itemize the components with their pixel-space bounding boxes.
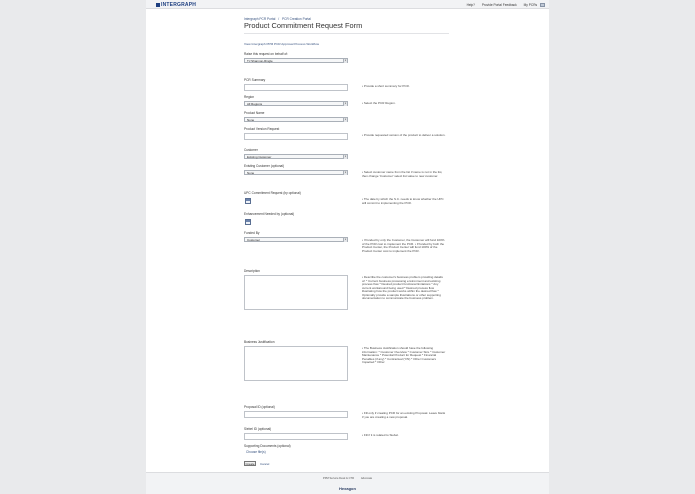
cancel-link[interactable]: Cancel (260, 462, 269, 466)
proposal-id-input[interactable] (244, 411, 348, 418)
calendar-icon[interactable] (245, 198, 251, 204)
footer-links: PPM Service Desk & CTR Advocate (146, 477, 549, 480)
title-divider (244, 33, 449, 34)
create-button[interactable]: Create (244, 461, 256, 466)
proposal-id-help: • Fill only if creating PCR for an exist… (362, 411, 446, 419)
product-name-label: Product Name (244, 111, 265, 115)
siebel-id-help: • Fill if it is related to Siebel. (362, 433, 399, 437)
funded-by-select[interactable]: Customer ▾ (244, 237, 348, 242)
page-container: INTERGRAPH Help? Provide Portal Feedback… (146, 0, 549, 494)
description-label: Description (244, 269, 260, 273)
top-nav: Help? Provide Portal Feedback My PCRs (461, 2, 545, 7)
product-version-help: • Provide requested version of the produ… (362, 133, 446, 137)
product-name-select[interactable]: None ▾ (244, 117, 348, 122)
funded-by-label: Funded By (244, 231, 260, 235)
existing-customer-label: Existing Customer (optional) (244, 164, 285, 168)
footer-link-service-desk[interactable]: PPM Service Desk & CTR (323, 477, 354, 480)
calendar-icon[interactable] (245, 219, 251, 225)
dropdown-arrow-icon: ▾ (343, 118, 347, 122)
user-avatar-icon[interactable] (540, 2, 545, 7)
logo-icon (156, 2, 160, 7)
help-link[interactable]: Help? (467, 3, 475, 7)
supporting-docs-label: Supporting Documents (optional) (244, 444, 291, 448)
footer-logo: Hexagon (339, 486, 356, 491)
dropdown-arrow-icon: ▾ (343, 171, 347, 175)
footer: PPM Service Desk & CTR Advocate Hexagon (146, 472, 549, 494)
choose-files-link[interactable]: Choose file(s) (246, 450, 266, 454)
region-select[interactable]: All Regions ▾ (244, 101, 348, 106)
top-bar: INTERGRAPH Help? Provide Portal Feedback… (146, 0, 549, 9)
feedback-link[interactable]: Provide Portal Feedback (482, 3, 517, 7)
region-label: Region (244, 95, 255, 99)
region-help: • Select the PCR Region. (362, 101, 396, 105)
on-behalf-label: Raise this request on behalf of: (244, 52, 288, 56)
summary-label: PCR Summary (244, 78, 266, 82)
proposal-id-label: Proposal ID (optional) (244, 405, 275, 409)
enhancement-needed-label: Enhancement Needed by (optional) (244, 212, 295, 216)
summary-input[interactable] (244, 84, 348, 91)
product-version-input[interactable] (244, 133, 348, 140)
business-justification-label: Business Justification (244, 340, 275, 344)
on-behalf-select[interactable]: TJ Shannon-Ringle ▾ (244, 58, 348, 63)
existing-customer-help: • Select customer name from the list if … (362, 170, 443, 178)
workflow-link[interactable]: View Intergraph PPM PCR Approval Process… (244, 42, 319, 46)
footer-link-advocate[interactable]: Advocate (361, 477, 372, 480)
upc-commitment-help: • The date by which the S.C. needs to kn… (362, 197, 444, 205)
upc-commitment-label: UPC Commitment Request (by optional) (244, 191, 301, 195)
dropdown-arrow-icon: ▾ (343, 102, 347, 106)
description-textarea[interactable] (244, 275, 348, 310)
dropdown-arrow-icon: ▾ (343, 238, 347, 242)
description-help: • Describe the customer's business probl… (362, 275, 443, 301)
my-pcrs-link[interactable]: My PCRs (524, 3, 537, 7)
funded-by-help: • If funded by only the Customer, the Cu… (362, 238, 445, 253)
dropdown-arrow-icon: ▾ (343, 59, 347, 63)
company-logo[interactable]: INTERGRAPH (156, 2, 196, 8)
page-title: Product Commitment Request Form (244, 21, 363, 30)
customer-label: Customer (244, 148, 258, 152)
siebel-id-input[interactable] (244, 433, 348, 440)
summary-help: • Provide a short summary for PCR. (362, 84, 410, 88)
siebel-id-label: Siebel ID (optional) (244, 427, 272, 431)
product-version-label: Product Version Request (244, 127, 280, 131)
customer-select[interactable]: Existing Customer ▾ (244, 154, 348, 159)
existing-customer-select[interactable]: None ▾ (244, 170, 348, 175)
business-justification-help: • The Business Justification should have… (362, 346, 446, 365)
dropdown-arrow-icon: ▾ (343, 155, 347, 159)
business-justification-textarea[interactable] (244, 346, 348, 381)
